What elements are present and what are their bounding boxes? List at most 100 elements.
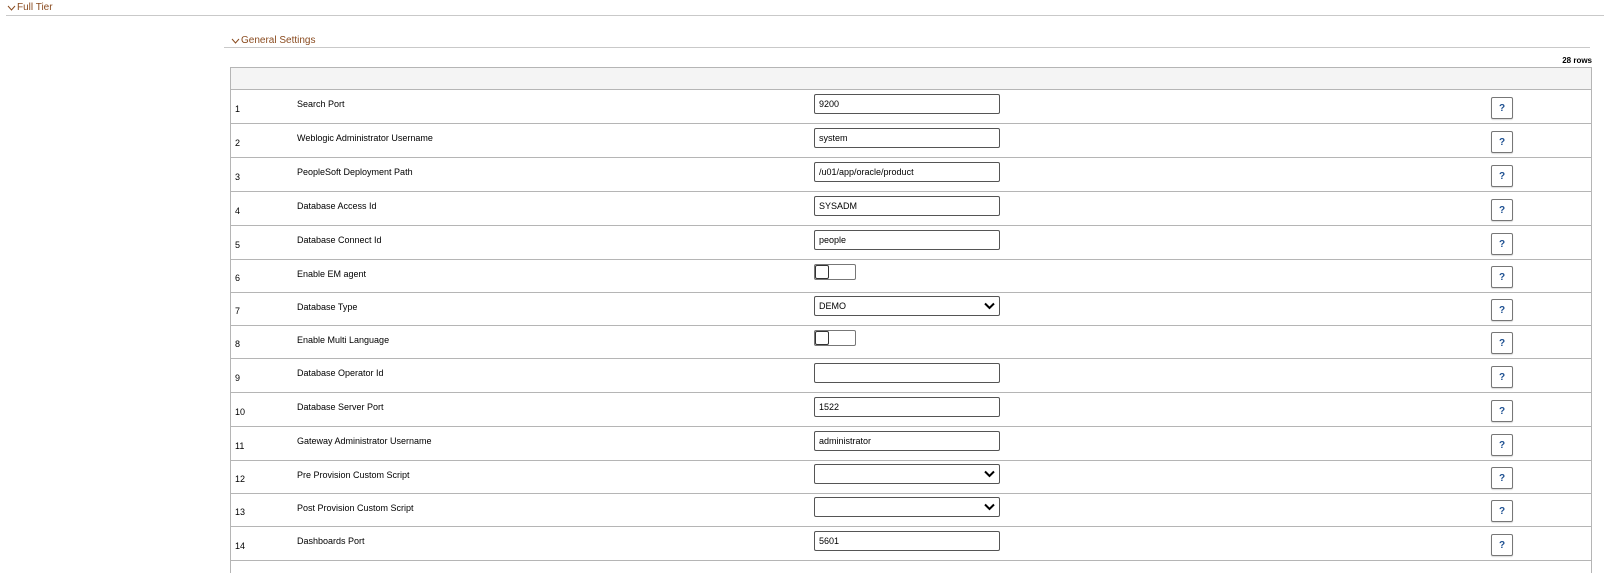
setting-label: Database Server Port <box>297 402 384 412</box>
row-number: 7 <box>235 306 241 316</box>
help-button[interactable]: ? <box>1491 233 1513 255</box>
help-button[interactable]: ? <box>1491 97 1513 119</box>
setting-checkbox[interactable] <box>814 264 856 280</box>
table-row: 13 Post Provision Custom Script? <box>231 494 1591 527</box>
setting-field: administrator <box>814 431 1000 451</box>
table-row: 7 Database Type DEMO? <box>231 293 1591 326</box>
setting-label: Database Operator Id <box>297 368 384 378</box>
help-button[interactable]: ? <box>1491 165 1513 187</box>
chevron-down-icon <box>7 5 16 11</box>
setting-field: SYSADM <box>814 196 1000 216</box>
chevron-down-icon <box>984 302 995 310</box>
setting-field <box>814 464 1000 484</box>
help-button[interactable]: ? <box>1491 500 1513 522</box>
setting-text-input[interactable]: people <box>814 230 1000 250</box>
setting-text-input[interactable]: 1522 <box>814 397 1000 417</box>
setting-label: Enable Multi Language <box>297 335 390 345</box>
table-row: 8 Enable Multi Language? <box>231 326 1591 359</box>
row-number: 2 <box>235 138 241 148</box>
setting-text-input[interactable]: administrator <box>814 431 1000 451</box>
setting-text-input[interactable] <box>814 363 1000 383</box>
chevron-down-icon <box>984 470 995 478</box>
general-settings-section-toggle[interactable]: General Settings <box>231 35 316 46</box>
table-row: 1 Search Port 9200? <box>231 90 1591 124</box>
setting-label: Database Type <box>297 302 358 312</box>
row-number: 10 <box>235 407 246 417</box>
checkbox-box <box>815 265 829 279</box>
setting-text-input[interactable]: SYSADM <box>814 196 1000 216</box>
setting-field: people <box>814 230 1000 250</box>
table-row: 9 Database Operator Id? <box>231 359 1591 393</box>
grid-header <box>231 68 1591 90</box>
setting-field <box>814 264 856 280</box>
setting-label: Gateway Administrator Username <box>297 436 432 446</box>
table-row: 12 Pre Provision Custom Script? <box>231 461 1591 494</box>
setting-field <box>814 363 1000 383</box>
setting-label: Enable EM agent <box>297 269 367 279</box>
help-button[interactable]: ? <box>1491 434 1513 456</box>
setting-field <box>814 497 1000 517</box>
row-number: 5 <box>235 240 241 250</box>
setting-select[interactable] <box>814 464 1000 484</box>
setting-label: Database Connect Id <box>297 235 382 245</box>
table-row: 11 Gateway Administrator Username administ… <box>231 427 1591 461</box>
setting-checkbox[interactable] <box>814 330 856 346</box>
setting-field: /u01/app/oracle/product <box>814 162 1000 182</box>
setting-text-input[interactable]: /u01/app/oracle/product <box>814 162 1000 182</box>
table-row: 5 Database Connect Id people? <box>231 226 1591 260</box>
setting-label: PeopleSoft Deployment Path <box>297 167 413 177</box>
help-button[interactable]: ? <box>1491 131 1513 153</box>
setting-select[interactable]: DEMO <box>814 296 1000 316</box>
setting-text-input[interactable]: system <box>814 128 1000 148</box>
settings-grid: 1 Search Port 9200? 2 Weblogic Administrator… <box>230 67 1592 573</box>
help-button[interactable]: ? <box>1491 199 1513 221</box>
general-settings-divider <box>224 47 1590 48</box>
setting-label: Search Port <box>297 99 345 109</box>
setting-text-input[interactable]: 9200 <box>814 94 1000 114</box>
help-button[interactable]: ? <box>1491 400 1513 422</box>
table-row: 4 Database Access Id SYSADM? <box>231 192 1591 226</box>
table-row: 6 Enable EM agent? <box>231 260 1591 293</box>
row-number: 13 <box>235 507 246 517</box>
setting-label: Dashboards Port <box>297 536 365 546</box>
select-value: DEMO <box>819 301 846 311</box>
setting-label: Post Provision Custom Script <box>297 503 414 513</box>
row-number: 3 <box>235 172 241 182</box>
help-button[interactable]: ? <box>1491 467 1513 489</box>
row-number: 6 <box>235 273 241 283</box>
full-tier-divider <box>6 15 1604 16</box>
general-settings-label: General Settings <box>241 35 316 46</box>
row-number: 14 <box>235 541 246 551</box>
help-button[interactable]: ? <box>1491 534 1513 556</box>
full-tier-section-toggle[interactable]: Full Tier <box>7 2 53 13</box>
setting-select[interactable] <box>814 497 1000 517</box>
setting-text-input[interactable]: 5601 <box>814 531 1000 551</box>
row-number: 9 <box>235 373 241 383</box>
row-number: 11 <box>235 441 245 451</box>
chevron-down-icon <box>984 503 995 511</box>
table-row: 14 Dashboards Port 5601? <box>231 527 1591 561</box>
help-button[interactable]: ? <box>1491 366 1513 388</box>
help-button[interactable]: ? <box>1491 266 1513 288</box>
setting-field: 5601 <box>814 531 1000 551</box>
help-button[interactable]: ? <box>1491 299 1513 321</box>
chevron-down-icon <box>231 38 240 44</box>
setting-field: DEMO <box>814 296 1000 316</box>
row-number: 8 <box>235 339 241 349</box>
table-row: 2 Weblogic Administrator Username system? <box>231 124 1591 158</box>
setting-label: Weblogic Administrator Username <box>297 133 433 143</box>
table-row: 10 Database Server Port 1522? <box>231 393 1591 427</box>
checkbox-box <box>815 331 829 345</box>
table-row: 3 PeopleSoft Deployment Path/u01/app/orac… <box>231 158 1591 192</box>
row-number: 4 <box>235 206 241 216</box>
help-button[interactable]: ? <box>1491 332 1513 354</box>
row-number: 1 <box>235 104 241 114</box>
setting-label: Database Access Id <box>297 201 377 211</box>
setting-field: 9200 <box>814 94 1000 114</box>
setting-label: Pre Provision Custom Script <box>297 470 410 480</box>
setting-field: 1522 <box>814 397 1000 417</box>
row-number: 12 <box>235 474 246 484</box>
rows-count: 28 rows <box>1562 56 1592 65</box>
setting-field <box>814 330 856 346</box>
setting-field: system <box>814 128 1000 148</box>
